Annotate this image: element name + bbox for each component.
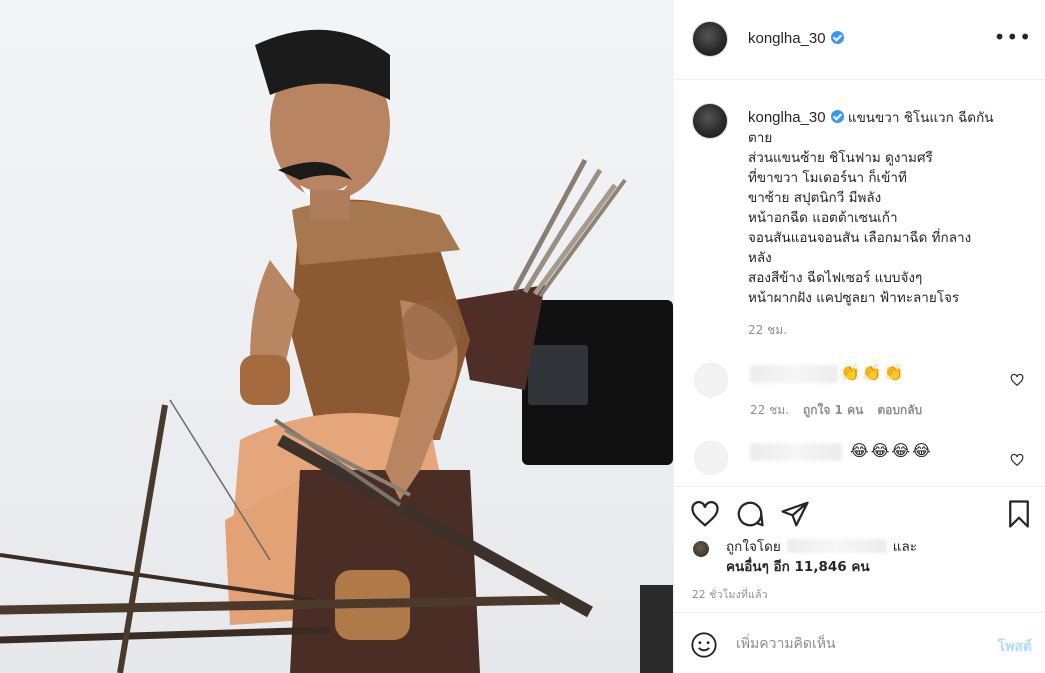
- liked-by-line: ถูกใจโดย และ: [726, 537, 917, 557]
- post-photo[interactable]: [0, 0, 673, 673]
- comment-timestamp: 22 ชม.: [750, 403, 789, 417]
- liked-by-suffix: และ: [892, 539, 918, 555]
- post-header: konglha_30 •••: [674, 0, 1045, 80]
- paper-plane-icon[interactable]: [780, 499, 810, 529]
- comment-likes-count[interactable]: ถูกใจ 1 คน: [803, 403, 863, 417]
- add-comment-bar: โพสต์: [674, 612, 1045, 673]
- post-photo-illustration: [0, 29, 673, 673]
- caption-line: แขนขวา ชิโนแวก ฉีดกัน: [847, 110, 994, 126]
- commenter-username-blurred[interactable]: [750, 365, 838, 383]
- caption-line: ขาซ้าย สปุตนิกวี มีพลัง: [748, 190, 882, 206]
- caption-timestamp: 22 ชม.: [748, 323, 787, 337]
- commenter-avatar[interactable]: [694, 441, 728, 475]
- comment-item: 👏👏👏 22 ชม. ถูกใจ 1 คน ตอบกลับ: [674, 361, 1045, 421]
- comment-like-heart-icon[interactable]: [1010, 453, 1024, 467]
- comment-meta: 22 ชม. ถูกใจ 1 คน ตอบกลับ: [750, 401, 936, 420]
- caption-line: สองสีข้าง ฉีดไฟเซอร์ แบบจังๆ: [748, 270, 923, 286]
- post-timestamp[interactable]: 22 ชั่วโมงที่แล้ว: [692, 586, 768, 603]
- post-comment-button[interactable]: โพสต์: [998, 636, 1032, 658]
- comment-text: 👏👏👏: [840, 363, 906, 382]
- liker-avatar[interactable]: [692, 540, 710, 558]
- comment-like-heart-icon[interactable]: [1010, 373, 1024, 387]
- caption-line: ที่ขาขวา โมเดอร์นา ก็เข้าที: [748, 170, 907, 186]
- caption-line: หน้าอกฉีด แอตต้าเซนเก้า: [748, 210, 898, 226]
- caption-username[interactable]: konglha_30: [748, 109, 826, 126]
- speech-bubble-icon[interactable]: [735, 499, 765, 529]
- liker-username-blurred[interactable]: [786, 539, 887, 553]
- author-avatar[interactable]: [692, 21, 728, 57]
- caption-line: ตาย: [748, 130, 773, 146]
- commenter-username-blurred[interactable]: [750, 443, 842, 461]
- heart-icon[interactable]: [690, 499, 720, 529]
- caption-line: หลัง: [748, 250, 772, 266]
- comments-scroll-area[interactable]: konglha_30 แขนขวา ชิโนแวก ฉีดกัน ตาย ส่ว…: [674, 81, 1045, 485]
- others-likes-count[interactable]: คนอื่นๆ อีก 11,846 คน: [726, 557, 870, 577]
- verified-badge-icon: [830, 31, 844, 44]
- author-username-row: konglha_30: [748, 30, 844, 47]
- reply-button[interactable]: ตอบกลับ: [877, 403, 922, 417]
- bookmark-icon[interactable]: [1004, 499, 1034, 529]
- comment-input[interactable]: [736, 630, 966, 658]
- post-action-bar: [674, 486, 1045, 540]
- author-username[interactable]: konglha_30: [748, 30, 826, 47]
- commenter-avatar[interactable]: [694, 363, 728, 397]
- comment-item: 😂😂😂😂: [674, 439, 1045, 485]
- caption-line: จอนสันแอนจอนสัน เลือกมาฉีด ที่กลาง: [748, 230, 972, 246]
- post-sidebar: konglha_30 ••• konglha_30 แขนขวา ชิโนแวก…: [673, 0, 1045, 673]
- caption-line: หน้าผากฝัง แคปซูลยา ฟ้าทะลายโจร: [748, 290, 960, 306]
- smiley-icon[interactable]: [690, 631, 718, 659]
- comment-text: 😂😂😂😂: [850, 441, 933, 460]
- caption-line: ส่วนแขนซ้าย ชิโนฟาม ดูงามศรี: [748, 150, 933, 166]
- verified-badge-icon: [830, 110, 844, 123]
- caption-author-avatar[interactable]: [692, 103, 728, 139]
- post-caption: konglha_30 แขนขวา ชิโนแวก ฉีดกัน ตาย ส่ว…: [748, 108, 1024, 308]
- more-options-icon[interactable]: •••: [994, 27, 1032, 47]
- liked-by-prefix: ถูกใจโดย: [726, 539, 781, 555]
